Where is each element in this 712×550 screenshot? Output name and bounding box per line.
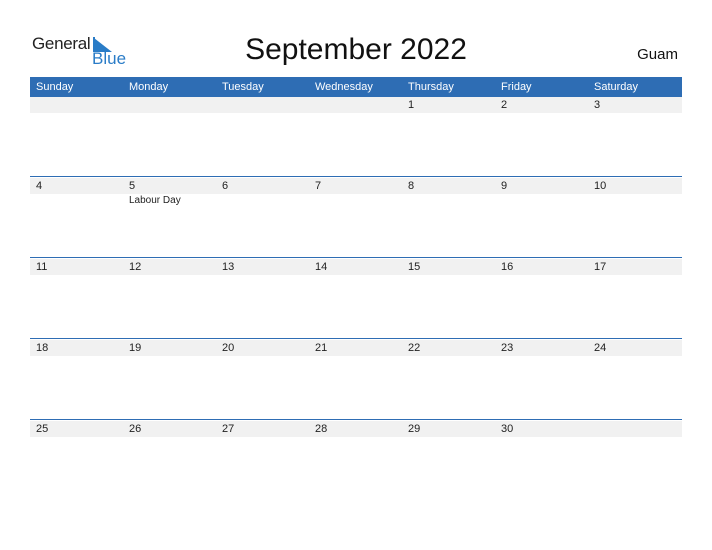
day-cell: 30 [495, 421, 588, 481]
day-number [222, 97, 309, 113]
day-number [594, 421, 681, 437]
weekday-tuesday: Tuesday [222, 81, 264, 93]
day-number: 17 [594, 261, 607, 273]
day-cell: 11 [30, 259, 123, 319]
day-cell: 22 [402, 340, 495, 400]
day-cell [309, 97, 402, 157]
day-number: 11 [36, 261, 48, 273]
week-row: 11 12 13 14 15 16 17 [30, 257, 682, 340]
day-number: 5 [129, 180, 136, 192]
day-number: 27 [222, 423, 235, 435]
day-cell: 24 [588, 340, 681, 400]
day-number: 21 [315, 342, 328, 354]
day-number: 12 [129, 261, 142, 273]
day-cell: 6 [216, 178, 309, 238]
holiday-label: Labour Day [129, 195, 181, 206]
day-cell: 28 [309, 421, 402, 481]
day-cell [588, 421, 681, 481]
day-cell: 16 [495, 259, 588, 319]
day-cell: 26 [123, 421, 216, 481]
week-separator [30, 419, 682, 420]
day-number: 8 [408, 180, 415, 192]
day-cell: 1 [402, 97, 495, 157]
day-cell: 27 [216, 421, 309, 481]
day-number: 22 [408, 342, 421, 354]
day-number: 23 [501, 342, 514, 354]
day-number: 1 [408, 99, 415, 111]
day-cell: 9 [495, 178, 588, 238]
day-number: 30 [501, 423, 514, 435]
day-cell: 12 [123, 259, 216, 319]
day-number [315, 97, 402, 113]
day-cell: 18 [30, 340, 123, 400]
day-cell: 15 [402, 259, 495, 319]
day-number: 28 [315, 423, 328, 435]
day-number [129, 97, 216, 113]
week-row: 18 19 20 21 22 23 24 [30, 338, 682, 421]
day-number: 10 [594, 180, 607, 192]
day-number: 9 [501, 180, 508, 192]
day-cell: 14 [309, 259, 402, 319]
day-cell: 8 [402, 178, 495, 238]
day-cell: 5 Labour Day [123, 178, 216, 238]
calendar-title: September 2022 [245, 33, 467, 66]
weekday-wednesday: Wednesday [315, 81, 373, 93]
day-cell: 4 [30, 178, 123, 238]
region-label: Guam [637, 46, 678, 63]
day-number: 20 [222, 342, 235, 354]
day-cell [216, 97, 309, 157]
week-row: 25 26 27 28 29 30 [30, 419, 682, 502]
day-cell [123, 97, 216, 157]
day-number: 29 [408, 423, 421, 435]
day-cell: 29 [402, 421, 495, 481]
weekday-monday: Monday [129, 81, 169, 93]
day-cell: 3 [588, 97, 681, 157]
day-number: 24 [594, 342, 607, 354]
weekday-header: Sunday Monday Tuesday Wednesday Thursday… [30, 77, 682, 97]
day-number: 26 [129, 423, 142, 435]
day-cell: 2 [495, 97, 588, 157]
day-cell: 17 [588, 259, 681, 319]
day-number: 4 [36, 180, 43, 192]
day-cell: 13 [216, 259, 309, 319]
day-cell: 25 [30, 421, 123, 481]
day-number: 3 [594, 99, 601, 111]
day-number: 14 [315, 261, 328, 273]
day-cell: 23 [495, 340, 588, 400]
day-cell: 10 [588, 178, 681, 238]
week-row: 1 2 3 [30, 97, 682, 178]
day-number: 2 [501, 99, 508, 111]
day-number: 19 [129, 342, 142, 354]
day-number: 25 [36, 423, 49, 435]
weekday-friday: Friday [501, 81, 532, 93]
day-number: 16 [501, 261, 514, 273]
day-number [36, 97, 123, 113]
day-cell: 19 [123, 340, 216, 400]
day-cell: 20 [216, 340, 309, 400]
weekday-thursday: Thursday [408, 81, 454, 93]
week-row: 4 5 Labour Day 6 7 8 9 10 [30, 176, 682, 259]
day-number: 6 [222, 180, 229, 192]
weekday-sunday: Sunday [36, 81, 74, 93]
day-number: 7 [315, 180, 322, 192]
day-number: 13 [222, 261, 235, 273]
week-separator [30, 257, 682, 258]
day-number: 15 [408, 261, 421, 273]
week-separator [30, 338, 682, 339]
weekday-saturday: Saturday [594, 81, 639, 93]
day-number: 18 [36, 342, 49, 354]
day-cell: 21 [309, 340, 402, 400]
day-cell: 7 [309, 178, 402, 238]
day-cell [30, 97, 123, 157]
week-separator [30, 176, 682, 177]
